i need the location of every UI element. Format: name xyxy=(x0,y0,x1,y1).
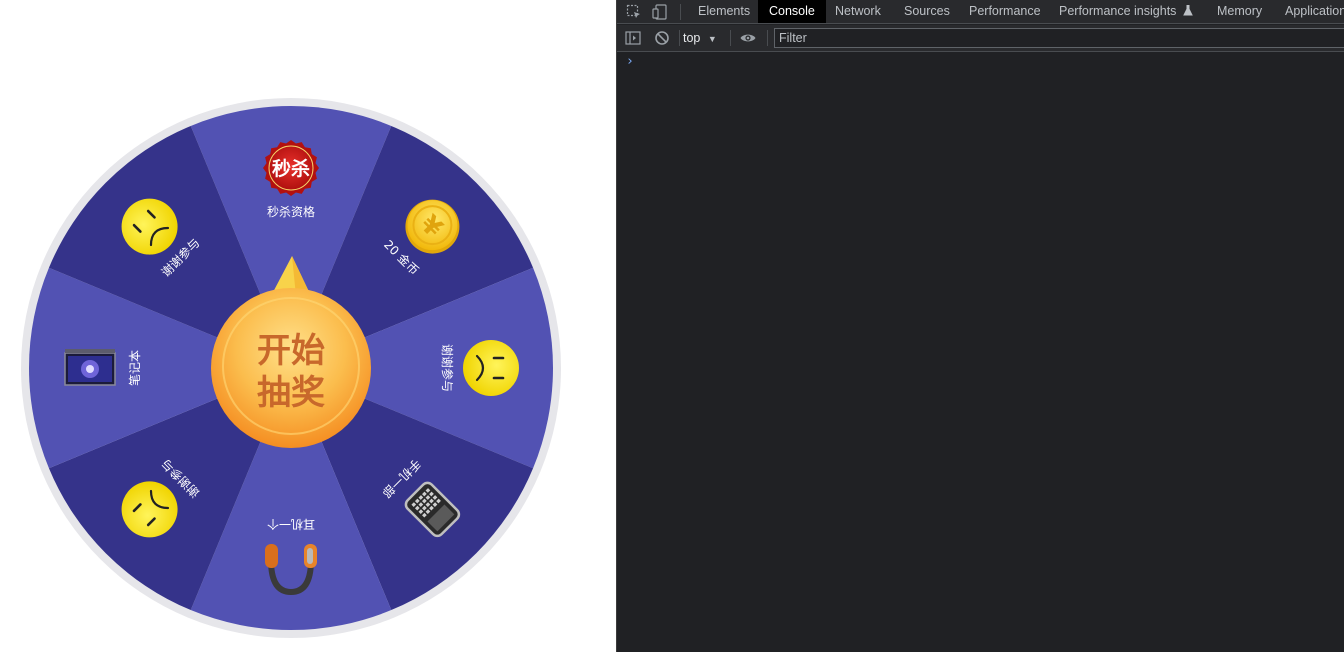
prize-label: 秒杀资格 xyxy=(267,204,315,219)
tab-elements[interactable]: Elements xyxy=(687,0,761,23)
prize-slot: 笔记本 xyxy=(64,349,142,386)
console-filter-input[interactable] xyxy=(774,28,1344,48)
eye-icon[interactable] xyxy=(739,29,757,47)
start-button-line2: 抽奖 xyxy=(257,373,325,413)
device-toolbar-icon[interactable] xyxy=(651,3,669,21)
sad-face-icon xyxy=(463,340,519,396)
laptop-icon xyxy=(64,349,116,386)
devtools-panel: Elements Console Network Sources Perform… xyxy=(616,0,1344,652)
devtools-tabbar: Elements Console Network Sources Perform… xyxy=(617,0,1344,24)
prize-slot: 谢谢参与 xyxy=(440,340,519,396)
clear-console-icon[interactable] xyxy=(653,29,671,47)
tab-network[interactable]: Network xyxy=(824,0,892,23)
console-toolbar: top ▼ xyxy=(617,25,1344,52)
svg-text:秒杀: 秒杀 xyxy=(272,157,310,180)
start-button-line1: 开始 xyxy=(257,331,325,371)
context-selector-value: top xyxy=(683,31,701,45)
sidebar-toggle-icon[interactable] xyxy=(624,29,642,47)
prize-slot: 秒杀秒杀资格 xyxy=(263,140,319,219)
lucky-wheel: 秒杀秒杀资格 ¥20 金币谢谢参与手机一部耳机一个谢谢参与笔记本谢谢参与 开始 抽… xyxy=(21,98,561,638)
tab-performance-insights-label: Performance insights xyxy=(1059,4,1177,18)
prize-label: 笔记本 xyxy=(127,350,142,386)
web-page: 秒杀 秒杀资格 ¥20 金币 谢谢参与 手机一部 耳机一个 谢谢参与 笔记本 谢谢参与 开始 抽… xyxy=(0,0,616,652)
prize-label: 谢谢参与 xyxy=(440,344,455,392)
miaosha-badge-icon: 秒杀 xyxy=(263,140,319,196)
context-selector[interactable]: top ▼ xyxy=(683,29,717,47)
tab-performance-insights[interactable]: Performance insights xyxy=(1048,0,1204,23)
tab-application[interactable]: Application xyxy=(1274,0,1344,23)
flask-icon xyxy=(1183,5,1193,16)
tab-performance[interactable]: Performance xyxy=(958,0,1052,23)
tab-sources[interactable]: Sources xyxy=(893,0,961,23)
inspect-element-icon[interactable] xyxy=(625,3,643,21)
dropdown-arrow-icon: ▼ xyxy=(707,34,717,44)
console-prompt[interactable]: › xyxy=(626,54,634,69)
tab-console[interactable]: Console xyxy=(758,0,826,23)
tab-memory[interactable]: Memory xyxy=(1206,0,1273,23)
prize-label: 耳机一个 xyxy=(267,517,315,531)
